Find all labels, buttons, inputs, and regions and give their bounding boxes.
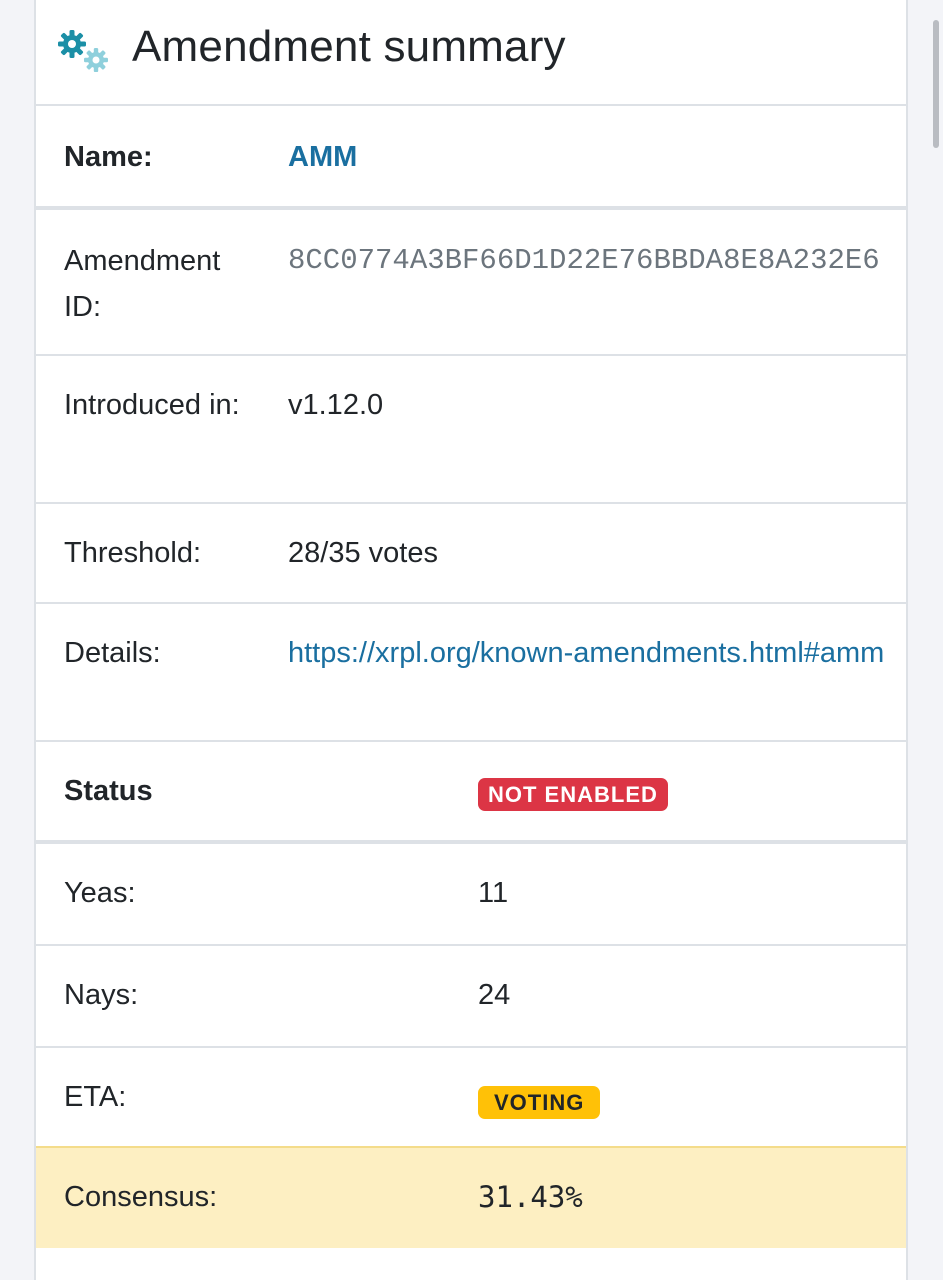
consensus-label: Consensus:	[64, 1181, 218, 1213]
status-label: Status	[64, 775, 153, 807]
eta-label: ETA:	[64, 1081, 127, 1113]
amendment-name-link[interactable]: AMM	[288, 134, 357, 180]
introduced-label: Introduced in:	[64, 389, 240, 421]
introduced-value: v1.12.0	[288, 389, 384, 421]
yeas-value: 11	[478, 877, 509, 909]
yeas-label: Yeas:	[64, 877, 136, 909]
amendment-id-label: Amendment ID:	[64, 245, 221, 323]
gears-icon	[58, 30, 108, 72]
scrollbar-thumb[interactable]	[933, 20, 939, 148]
details-label: Details:	[64, 637, 161, 669]
name-row: Name: AMM	[36, 106, 906, 210]
card-header: Amendment summary	[36, 0, 906, 106]
yeas-row: Yeas: 11	[36, 844, 906, 946]
scrollbar[interactable]	[929, 0, 943, 1280]
consensus-row: Consensus: 31.43%	[36, 1146, 906, 1248]
nays-label: Nays:	[64, 979, 139, 1011]
status-badge-wrap: NOT ENABLED	[478, 776, 668, 811]
status-badge: NOT ENABLED	[478, 778, 668, 811]
page-title: Amendment summary	[132, 22, 566, 71]
nays-row: Nays: 24	[36, 946, 906, 1048]
amendment-id-value: 8CC0774A3BF66D1D22E76BBDA8E8A232E6	[288, 244, 880, 277]
introduced-row: Introduced in: v1.12.0	[36, 356, 906, 504]
details-link[interactable]: https://xrpl.org/known-amendments.html#a…	[288, 630, 884, 676]
name-label: Name:	[64, 141, 153, 173]
threshold-row: Threshold: 28/35 votes	[36, 504, 906, 604]
details-row: Details: https://xrpl.org/known-amendmen…	[36, 604, 906, 742]
amendment-id-row: Amendment ID: 8CC0774A3BF66D1D22E76BBDA8…	[36, 210, 906, 356]
amendment-summary-card: Amendment summary Name: AMM Amendment ID…	[34, 0, 908, 1280]
eta-badge-wrap: VOTING	[478, 1084, 601, 1119]
status-row: Status NOT ENABLED	[36, 742, 906, 844]
threshold-label: Threshold:	[64, 537, 202, 569]
consensus-value: 31.43%	[478, 1180, 583, 1214]
eta-badge: VOTING	[478, 1086, 601, 1119]
nays-value: 24	[478, 979, 511, 1011]
eta-row: ETA: VOTING	[36, 1048, 906, 1146]
threshold-value: 28/35 votes	[288, 537, 438, 569]
